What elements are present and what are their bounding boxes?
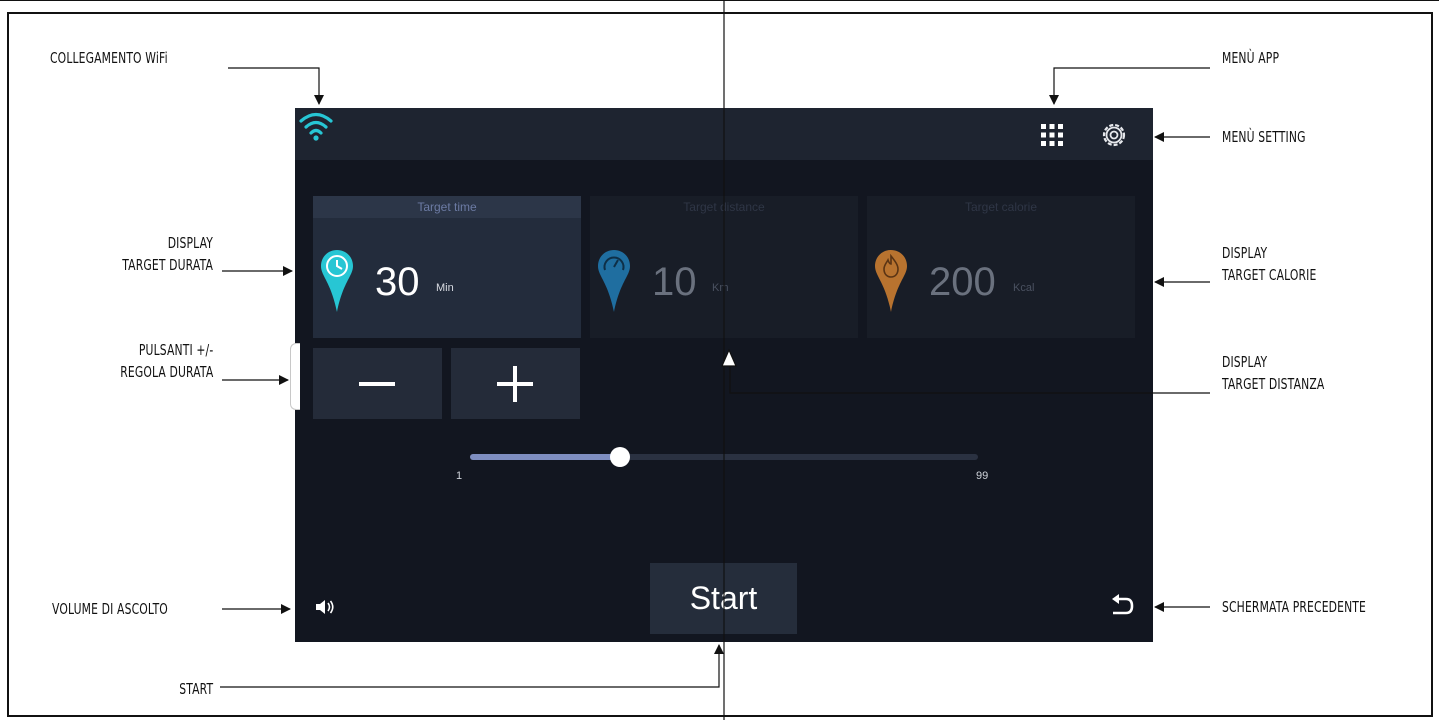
callout-display-durata: DISPLAY TARGET DURATA: [122, 232, 213, 276]
callout-pulsanti-line2: REGOLA DURATA: [119, 363, 213, 381]
clock-pin-icon: [321, 250, 353, 312]
callout-start: START: [178, 680, 213, 698]
volume-icon[interactable]: [315, 598, 335, 616]
plus-icon: [497, 366, 533, 402]
callout-display-calorie-line1: DISPLAY: [1222, 244, 1268, 262]
callout-display-durata-line2: TARGET DURATA: [122, 256, 213, 274]
slider-min-label: 1: [456, 470, 463, 482]
callout-display-durata-line1: DISPLAY: [167, 234, 213, 252]
duration-slider-knob[interactable]: [610, 447, 631, 467]
flame-pin-icon: [875, 250, 907, 312]
back-icon[interactable]: [1109, 594, 1135, 618]
app-screen: Target time 30 Min Target distance 10 Km…: [295, 108, 1153, 642]
duration-slider-track[interactable]: [470, 447, 978, 467]
callout-display-calorie-line2: TARGET CALORIE: [1222, 266, 1317, 284]
target-distance-unit: Km: [712, 282, 729, 294]
target-distance-card[interactable]: Target distance 10 Km: [590, 196, 858, 338]
wifi-icon: [299, 112, 333, 141]
apps-grid-icon[interactable]: [1039, 122, 1065, 148]
side-pull-tab[interactable]: [290, 343, 300, 410]
target-calorie-card[interactable]: Target calorie 200 Kcal: [867, 196, 1135, 338]
callout-volume: VOLUME DI ASCOLTO: [52, 600, 168, 618]
plus-button[interactable]: [451, 348, 580, 419]
duration-slider-fill: [470, 454, 621, 460]
target-distance-value: 10: [652, 260, 697, 304]
status-bar: [295, 108, 1153, 160]
callout-wifi: COLLEGAMENTO WiFi: [50, 49, 168, 67]
callout-display-calorie: DISPLAY TARGET CALORIE: [1222, 242, 1316, 286]
callout-menu-app: MENÙ APP: [1222, 49, 1280, 67]
slider-max-label: 99: [976, 470, 989, 482]
target-distance-title: Target distance: [683, 200, 765, 214]
target-time-card[interactable]: Target time 30 Min: [313, 196, 581, 338]
gauge-pin-icon: [598, 250, 630, 312]
target-calorie-value: 200: [929, 260, 996, 304]
callout-pulsanti: PULSANTI +/- REGOLA DURATA: [120, 339, 213, 383]
target-time-value: 30: [375, 260, 420, 304]
target-time-unit: Min: [436, 282, 454, 294]
callout-display-distanza: DISPLAY TARGET DISTANZA: [1222, 351, 1324, 395]
minus-icon: [359, 382, 395, 386]
callout-display-distanza-line1: DISPLAY: [1222, 353, 1268, 371]
top-rule: [0, 0, 1439, 1]
callout-schermata: SCHERMATA PRECEDENTE: [1222, 598, 1367, 616]
gear-icon[interactable]: [1099, 120, 1129, 150]
start-button[interactable]: Start: [650, 563, 797, 634]
callout-display-distanza-line2: TARGET DISTANZA: [1222, 375, 1325, 393]
target-calorie-title: Target calorie: [964, 200, 1038, 214]
minus-button[interactable]: [313, 348, 442, 419]
callout-pulsanti-line1: PULSANTI +/-: [138, 341, 213, 359]
callout-menu-setting: MENÙ SETTING: [1222, 128, 1306, 146]
target-calorie-unit: Kcal: [1013, 282, 1035, 294]
target-time-title: Target time: [313, 196, 581, 218]
